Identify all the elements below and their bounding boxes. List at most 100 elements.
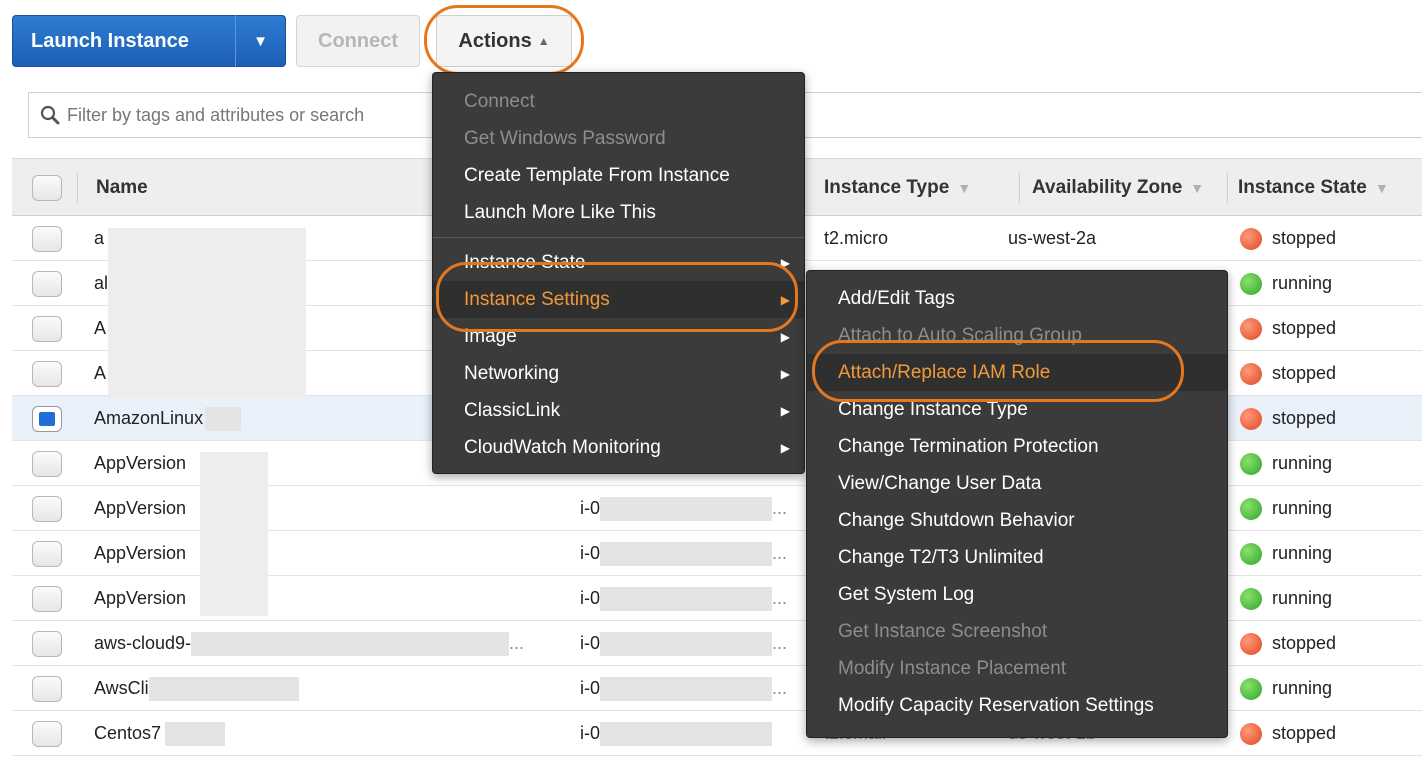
row-instance-type: t2.micro <box>824 228 889 248</box>
menu-item-create-template[interactable]: Create Template From Instance <box>433 157 804 194</box>
menu-item-modify-instance-placement[interactable]: Modify Instance Placement <box>807 650 1227 687</box>
row-checkbox[interactable] <box>32 495 62 522</box>
menu-item-networking[interactable]: Networking ▶ <box>433 355 804 392</box>
row-name: AppVersion <box>94 588 187 608</box>
row-state: stopped <box>1240 351 1336 396</box>
row-state: stopped <box>1240 306 1336 351</box>
row-state: stopped <box>1240 711 1336 756</box>
menu-item-get-windows-password[interactable]: Get Windows Password <box>433 120 804 157</box>
menu-item-launch-more-like-this[interactable]: Launch More Like This <box>433 194 804 231</box>
header-instance-state[interactable]: Instance State ▼ <box>1238 159 1422 217</box>
row-checkbox-checked[interactable] <box>32 405 62 432</box>
chevron-right-icon: ▶ <box>780 292 790 307</box>
row-checkbox-cell <box>32 531 62 576</box>
row-name: A <box>94 318 107 338</box>
row-name: A <box>94 363 107 383</box>
menu-item-change-termination-protection[interactable]: Change Termination Protection <box>807 428 1227 465</box>
menu-item-classiclink[interactable]: ClassicLink ▶ <box>433 392 804 429</box>
row-checkbox[interactable] <box>32 270 62 297</box>
connect-button[interactable]: Connect <box>296 15 420 67</box>
chevron-right-icon: ▶ <box>780 329 790 344</box>
menu-item-get-system-log[interactable]: Get System Log <box>807 576 1227 613</box>
row-state: running <box>1240 576 1332 621</box>
redacted-block <box>200 452 268 616</box>
redacted-block <box>600 631 773 656</box>
row-name: AwsCli <box>94 666 299 711</box>
actions-button[interactable]: Actions ▲ <box>436 15 572 67</box>
row-checkbox[interactable] <box>32 540 62 567</box>
row-state: stopped <box>1240 396 1336 441</box>
header-instance-type-label: Instance Type <box>824 177 950 198</box>
menu-item-view-change-user-data[interactable]: View/Change User Data <box>807 465 1227 502</box>
caret-down-icon[interactable]: ▼ <box>236 33 285 50</box>
row-checkbox[interactable] <box>32 360 62 387</box>
menu-item-instance-settings[interactable]: Instance Settings ▶ <box>433 281 804 318</box>
row-checkbox[interactable] <box>32 450 62 477</box>
header-name[interactable]: Name <box>96 159 396 217</box>
row-instance-id: i-0... <box>580 576 787 621</box>
row-instance-id: i-0... <box>580 531 787 576</box>
menu-item-modify-capacity-reservation[interactable]: Modify Capacity Reservation Settings <box>807 687 1227 724</box>
row-checkbox[interactable] <box>32 315 62 342</box>
row-checkbox[interactable] <box>32 720 62 747</box>
menu-item-instance-state[interactable]: Instance State ▶ <box>433 244 804 281</box>
row-checkbox-cell <box>32 441 62 486</box>
stopped-status-icon <box>1240 362 1262 385</box>
chevron-right-icon: ▶ <box>780 255 790 270</box>
sort-arrow-icon: ▼ <box>1190 180 1205 196</box>
row-checkbox-cell <box>32 216 62 261</box>
row-name: Centos7 <box>94 711 226 756</box>
search-icon <box>35 105 65 125</box>
menu-item-add-edit-tags[interactable]: Add/Edit Tags <box>807 280 1227 317</box>
row-checkbox[interactable] <box>32 225 62 252</box>
row-instance-id: i-0 <box>580 711 773 756</box>
header-availability-zone[interactable]: Availability Zone ▼ <box>1022 159 1228 217</box>
row-name: AppVersion <box>94 498 187 518</box>
row-checkbox-cell <box>32 711 62 756</box>
menu-item-get-instance-screenshot[interactable]: Get Instance Screenshot <box>807 613 1227 650</box>
chevron-right-icon: ▶ <box>780 403 790 418</box>
running-status-icon <box>1240 497 1262 520</box>
row-instance-id: i-0... <box>580 621 787 666</box>
stopped-status-icon <box>1240 227 1262 250</box>
row-state: running <box>1240 666 1332 711</box>
filter-input[interactable] <box>65 103 445 127</box>
redacted-block <box>600 721 773 746</box>
header-instance-type[interactable]: Instance Type ▼ <box>824 159 1020 217</box>
redacted-block <box>600 541 773 566</box>
select-all-checkbox[interactable] <box>32 175 62 201</box>
menu-item-connect[interactable]: Connect <box>433 83 804 120</box>
actions-menu: Connect Get Windows Password Create Temp… <box>432 72 805 474</box>
row-state: running <box>1240 486 1332 531</box>
row-checkbox-cell <box>32 576 62 621</box>
running-status-icon <box>1240 677 1262 700</box>
launch-instance-button[interactable]: Launch Instance ▼ <box>12 15 286 67</box>
row-name: aws-cloud9-... <box>94 621 524 666</box>
row-state: stopped <box>1240 216 1336 261</box>
menu-item-change-t2-t3-unlimited[interactable]: Change T2/T3 Unlimited <box>807 539 1227 576</box>
row-checkbox-cell <box>32 486 62 531</box>
connect-label: Connect <box>318 29 398 52</box>
caret-up-icon: ▲ <box>537 34 550 48</box>
chevron-right-icon: ▶ <box>780 440 790 455</box>
row-checkbox[interactable] <box>32 675 62 702</box>
row-checkbox-cell <box>32 351 62 396</box>
redacted-block <box>600 496 773 521</box>
chevron-right-icon: ▶ <box>780 366 790 381</box>
menu-item-image[interactable]: Image ▶ <box>433 318 804 355</box>
row-name: AppVersion <box>94 543 187 563</box>
header-instance-state-label: Instance State <box>1238 177 1367 198</box>
menu-item-change-instance-type[interactable]: Change Instance Type <box>807 391 1227 428</box>
row-checkbox-cell <box>32 666 62 711</box>
row-checkbox[interactable] <box>32 585 62 612</box>
menu-item-cloudwatch-monitoring[interactable]: CloudWatch Monitoring ▶ <box>433 429 804 466</box>
row-checkbox-cell <box>32 396 62 441</box>
row-checkbox[interactable] <box>32 630 62 657</box>
menu-item-attach-auto-scaling-group[interactable]: Attach to Auto Scaling Group <box>807 317 1227 354</box>
menu-item-attach-replace-iam-role[interactable]: Attach/Replace IAM Role <box>807 354 1227 391</box>
menu-item-change-shutdown-behavior[interactable]: Change Shutdown Behavior <box>807 502 1227 539</box>
redacted-block <box>600 586 773 611</box>
row-state: running <box>1240 261 1332 306</box>
row-checkbox-cell <box>32 306 62 351</box>
stopped-status-icon <box>1240 317 1262 340</box>
